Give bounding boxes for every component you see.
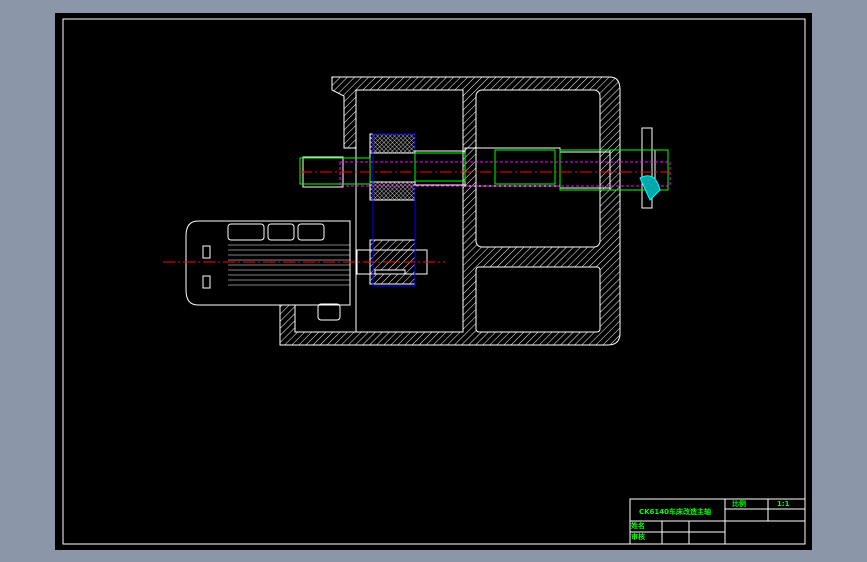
name-label: 姓名: [631, 522, 645, 530]
drawing-sheet: CK6140车床改造主轴 比例 1:1 姓名 审核: [55, 13, 812, 550]
scale-value: 1:1: [777, 500, 790, 508]
review-label: 审核: [631, 533, 645, 541]
scale-label: 比例: [732, 500, 746, 508]
drawing-title: CK6140车床改造主轴: [639, 508, 712, 516]
cad-drawing: [62, 18, 806, 545]
